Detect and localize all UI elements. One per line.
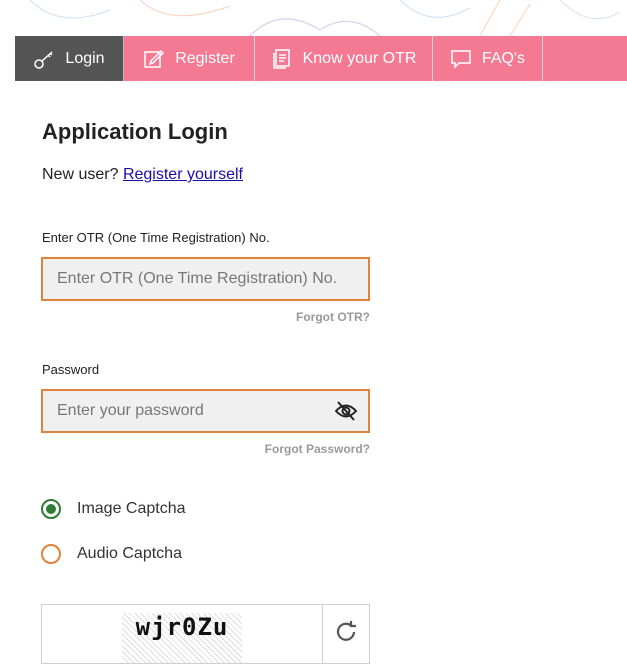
header-banner (0, 0, 627, 36)
audio-captcha-option[interactable]: Audio Captcha (41, 544, 182, 564)
chat-icon (450, 48, 472, 70)
refresh-captcha-button[interactable] (323, 605, 369, 663)
eye-slash-icon[interactable] (334, 400, 358, 422)
tab-label: FAQ's (481, 49, 526, 67)
register-link[interactable]: Register yourself (123, 166, 243, 183)
document-icon (271, 48, 293, 70)
tab-know-your-otr[interactable]: Know your OTR (255, 36, 433, 81)
new-user-prompt: New user? Register yourself (42, 166, 243, 184)
tab-register[interactable]: Register (124, 36, 255, 81)
captcha-text: wjr0Zu (121, 613, 243, 663)
new-user-text: New user? (42, 166, 119, 183)
refresh-icon (333, 619, 359, 650)
image-captcha-option[interactable]: Image Captcha (41, 499, 186, 519)
radio-audio-captcha[interactable] (41, 544, 61, 564)
otr-input[interactable] (43, 259, 368, 299)
password-input[interactable] (43, 391, 368, 431)
edit-icon (143, 48, 165, 70)
password-field (41, 389, 370, 433)
forgot-otr-link[interactable]: Forgot OTR? (296, 310, 370, 324)
captcha-box: wjr0Zu (41, 604, 370, 664)
radio-label: Audio Captcha (77, 545, 182, 562)
password-label: Password (42, 362, 100, 377)
tab-login[interactable]: Login (15, 36, 124, 81)
main-nav: Login Register Know your OTR FAQ's (15, 36, 627, 81)
forgot-password-link[interactable]: Forgot Password? (265, 442, 370, 456)
otr-field (41, 257, 370, 301)
radio-image-captcha[interactable] (41, 499, 61, 519)
tab-label: Login (65, 49, 105, 67)
captcha-image: wjr0Zu (42, 605, 323, 663)
tab-faqs[interactable]: FAQ's (433, 36, 543, 81)
tab-label: Register (175, 49, 235, 67)
radio-label: Image Captcha (77, 500, 186, 517)
page-title: Application Login (42, 119, 228, 144)
tab-label: Know your OTR (302, 49, 417, 67)
key-icon (33, 48, 55, 70)
otr-label: Enter OTR (One Time Registration) No. (42, 230, 270, 245)
